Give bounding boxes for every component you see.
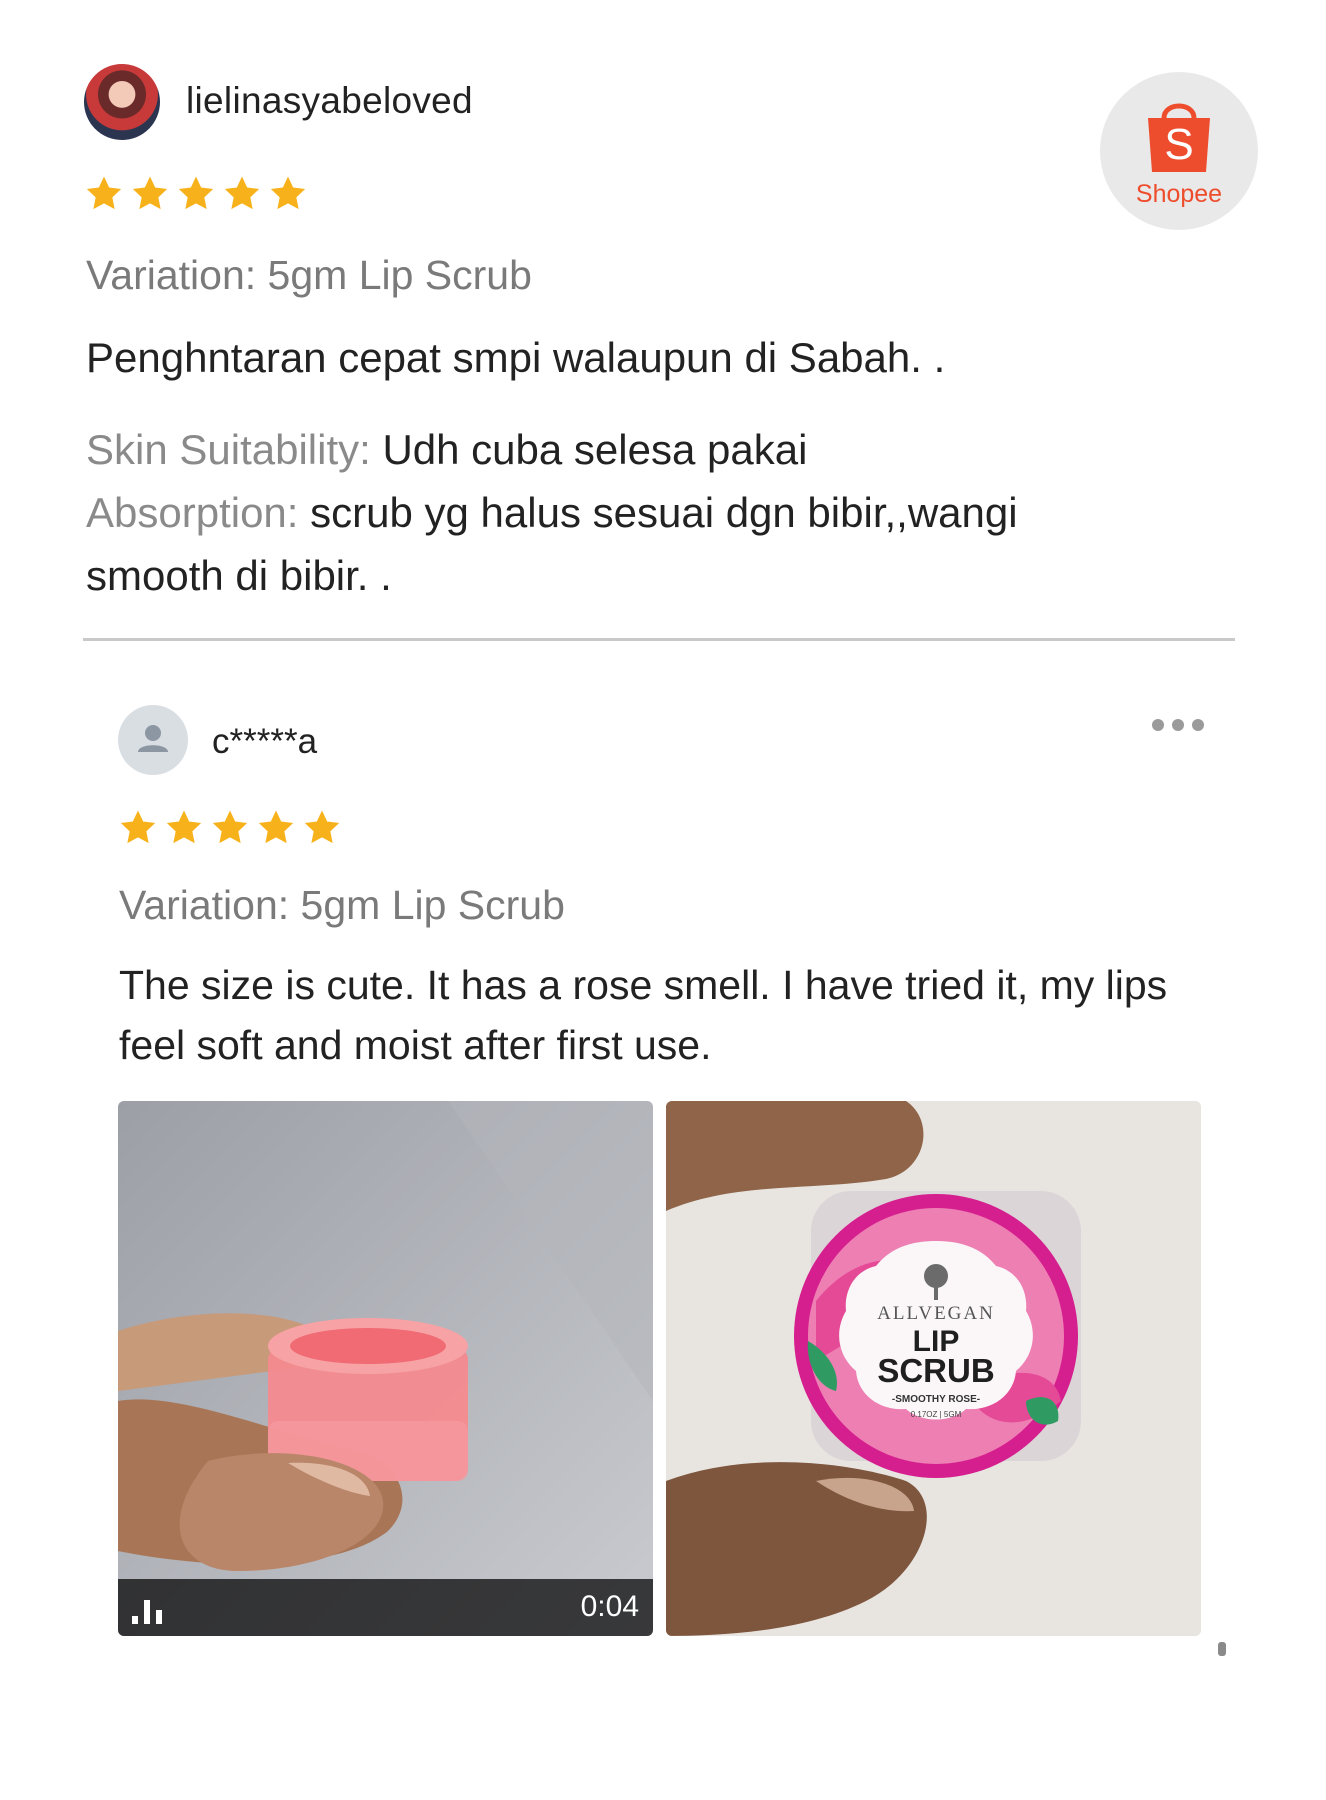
attribute-label: Skin Suitability: — [86, 426, 371, 473]
star-icon — [258, 810, 294, 844]
review-comment: Penghntaran cepat smpi walaupun di Sabah… — [86, 334, 946, 381]
attribute-skin-suitability: Skin Suitability: Udh cuba selesa pakai — [86, 418, 1146, 481]
star-icon — [132, 176, 168, 210]
label-size: 0.17OZ | 5GM — [911, 1410, 962, 1419]
star-icon — [304, 810, 340, 844]
rating-stars — [84, 174, 308, 214]
label-brand: ALLVEGAN — [877, 1303, 995, 1324]
svg-text:S: S — [1164, 120, 1193, 169]
star-icon — [270, 176, 306, 210]
product-photo: ALLVEGAN LIP SCRUB -SMOOTHY ROSE- 0.17OZ… — [666, 1101, 1201, 1636]
label-variant: -SMOOTHY ROSE- — [892, 1394, 980, 1405]
rating-stars — [118, 808, 342, 848]
reviewer-username[interactable]: lielinasyabeloved — [186, 80, 473, 122]
shopee-badge: S Shopee — [1100, 72, 1258, 230]
variation-text: Variation: 5gm Lip Scrub — [119, 882, 565, 928]
reviewer-avatar[interactable] — [118, 705, 188, 775]
video-duration: 0:04 — [580, 1590, 639, 1623]
shopee-bag-icon: S — [1148, 103, 1210, 172]
star-icon — [166, 810, 202, 844]
star-icon — [86, 176, 122, 210]
divider — [83, 638, 1235, 641]
review-photo[interactable]: ALLVEGAN LIP SCRUB -SMOOTHY ROSE- 0.17OZ… — [666, 1101, 1201, 1636]
attribute-label: Absorption: — [86, 489, 299, 536]
shopee-label: Shopee — [1135, 180, 1223, 208]
review-comment: The size is cute. It has a rose smell. I… — [119, 962, 1168, 1068]
label-line2: SCRUB — [877, 1352, 994, 1389]
user-icon — [138, 725, 168, 752]
video-controls-bar: 0:04 — [118, 1579, 653, 1636]
variation-text: Variation: 5gm Lip Scrub — [86, 252, 532, 298]
star-icon — [212, 810, 248, 844]
reviewer-avatar[interactable] — [84, 64, 160, 140]
attribute-absorption: Absorption: scrub yg halus sesuai dgn bi… — [86, 481, 1146, 607]
scroll-indicator[interactable] — [1218, 1642, 1226, 1656]
review-attributes: Skin Suitability: Udh cuba selesa pakai … — [86, 418, 1146, 607]
video-frame — [118, 1101, 653, 1636]
more-icon[interactable] — [1152, 719, 1204, 731]
reviewer-username[interactable]: c*****a — [212, 722, 317, 762]
attribute-value: Udh cuba selesa pakai — [382, 426, 808, 473]
star-icon — [178, 176, 214, 210]
audio-bars-icon — [132, 1600, 162, 1624]
review-video-thumbnail[interactable]: 0:04 — [118, 1101, 653, 1636]
star-icon — [120, 810, 156, 844]
star-icon — [224, 176, 260, 210]
